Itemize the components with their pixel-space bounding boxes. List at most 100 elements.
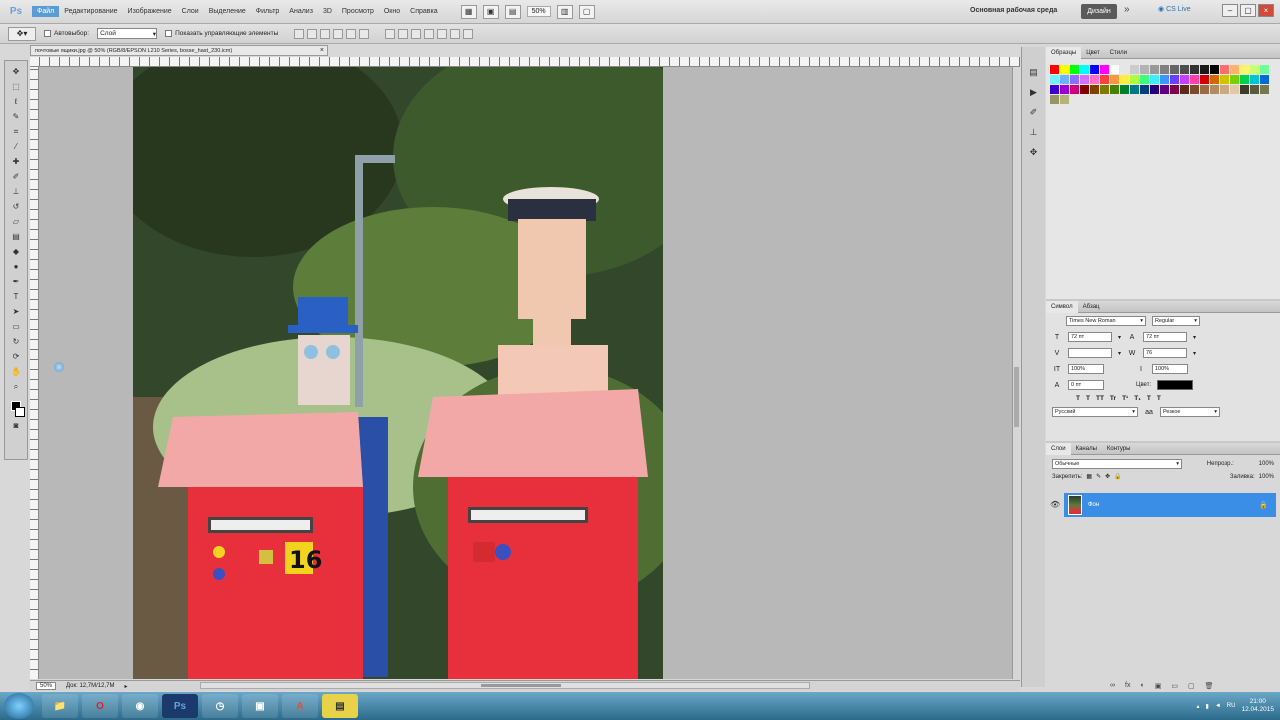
horizontal-scrollbar[interactable]: [200, 682, 810, 689]
color-swatch[interactable]: [1190, 65, 1199, 74]
color-swatch[interactable]: [1140, 85, 1149, 94]
color-swatch[interactable]: [1060, 75, 1069, 84]
color-swatch[interactable]: [1220, 75, 1229, 84]
document-tab[interactable]: почтовые ящики.jpg @ 50% (RGB/8/EPSON L2…: [30, 45, 328, 56]
align-bottom-icon[interactable]: [320, 28, 331, 39]
clone-stamp-tool-icon[interactable]: ⊥: [8, 185, 24, 198]
color-swatch[interactable]: [1110, 65, 1119, 74]
background-color-swatch[interactable]: [15, 407, 25, 417]
move-tool-preset-icon[interactable]: ✥▾: [8, 26, 36, 41]
3d-rotate-tool-icon[interactable]: ↻: [8, 335, 24, 348]
subscript-button[interactable]: T₁: [1134, 395, 1141, 402]
distribute-top-icon[interactable]: [385, 28, 396, 39]
chevron-down-icon[interactable]: ▾: [1193, 350, 1196, 357]
vertical-scale-field[interactable]: 100%: [1068, 364, 1104, 374]
taskbar-explorer-icon[interactable]: 📁: [42, 694, 78, 718]
color-swatch[interactable]: [1090, 65, 1099, 74]
color-swatch[interactable]: [1100, 65, 1109, 74]
vertical-scrollbar-thumb[interactable]: [1014, 367, 1019, 427]
color-swatch[interactable]: [1210, 65, 1219, 74]
faux-italic-button[interactable]: T: [1086, 395, 1090, 402]
color-swatch[interactable]: [1230, 65, 1239, 74]
color-swatch[interactable]: [1250, 75, 1259, 84]
color-swatch[interactable]: [1190, 85, 1199, 94]
align-right-icon[interactable]: [359, 28, 370, 39]
adjustment-layer-icon[interactable]: ▣: [1155, 682, 1162, 690]
delete-layer-icon[interactable]: 🗑: [1205, 682, 1214, 690]
dodge-tool-icon[interactable]: ●: [8, 260, 24, 273]
eraser-tool-icon[interactable]: ▱: [8, 215, 24, 228]
view-extras-icon[interactable]: ▤: [504, 4, 521, 19]
gradient-tool-icon[interactable]: ▤: [8, 230, 24, 243]
new-layer-icon[interactable]: ▢: [1188, 682, 1195, 690]
history-brush-tool-icon[interactable]: ↺: [8, 200, 24, 213]
blur-tool-icon[interactable]: ◆: [8, 245, 24, 258]
tab-channels[interactable]: Каналы: [1071, 443, 1102, 455]
network-icon[interactable]: ▮: [1206, 703, 1209, 710]
color-swatch[interactable]: [1150, 65, 1159, 74]
menu-help[interactable]: Справка: [405, 6, 442, 17]
color-swatch[interactable]: [1060, 85, 1069, 94]
status-arrow-icon[interactable]: ▸: [124, 683, 127, 690]
lasso-tool-icon[interactable]: ℓ: [8, 95, 24, 108]
color-swatch[interactable]: [1250, 85, 1259, 94]
faux-bold-button[interactable]: T: [1076, 395, 1080, 402]
color-swatch[interactable]: [1160, 65, 1169, 74]
color-swatch[interactable]: [1060, 95, 1069, 104]
color-swatch[interactable]: [1250, 65, 1259, 74]
status-zoom-field[interactable]: 50%: [36, 682, 57, 690]
maximize-icon[interactable]: ▢: [1240, 4, 1256, 17]
strikethrough-button[interactable]: T: [1157, 395, 1161, 402]
tab-paragraph[interactable]: Абзац: [1078, 301, 1105, 313]
quick-select-tool-icon[interactable]: ✎: [8, 110, 24, 123]
taskbar-clock-app-icon[interactable]: ◷: [202, 694, 238, 718]
layer-visibility-eye-icon[interactable]: 👁: [1050, 500, 1060, 509]
color-swatch[interactable]: [1060, 65, 1069, 74]
design-workspace-button[interactable]: Дизайн: [1081, 4, 1117, 19]
color-swatch[interactable]: [1130, 75, 1139, 84]
status-doc-info[interactable]: Док: 12,7M/12,7M: [66, 683, 114, 689]
color-swatch[interactable]: [1240, 85, 1249, 94]
horizontal-ruler[interactable]: [30, 57, 1020, 67]
color-swatch[interactable]: [1140, 65, 1149, 74]
opacity-value[interactable]: 100%: [1259, 461, 1274, 467]
color-swatch[interactable]: [1170, 85, 1179, 94]
quick-mask-icon[interactable]: ◙: [8, 419, 24, 432]
pen-tool-icon[interactable]: ✒: [8, 275, 24, 288]
color-swatch[interactable]: [1200, 75, 1209, 84]
zoom-tool-icon[interactable]: ⌕: [8, 380, 24, 393]
auto-select-type-select[interactable]: Слой ▾: [97, 28, 158, 39]
text-color-swatch[interactable]: [1157, 380, 1194, 390]
marquee-tool-icon[interactable]: ⬚: [8, 80, 24, 93]
color-swatch[interactable]: [1070, 75, 1079, 84]
font-size-field[interactable]: 72 пт: [1068, 332, 1112, 342]
color-swatch[interactable]: [1150, 85, 1159, 94]
bridge-icon[interactable]: ▦: [460, 4, 477, 19]
healing-brush-tool-icon[interactable]: ✚: [8, 155, 24, 168]
color-swatch[interactable]: [1180, 75, 1189, 84]
vertical-scrollbar[interactable]: [1012, 67, 1020, 679]
tab-paths[interactable]: Контуры: [1102, 443, 1136, 455]
color-swatch[interactable]: [1160, 85, 1169, 94]
color-swatch[interactable]: [1070, 65, 1079, 74]
menu-layers[interactable]: Слои: [177, 6, 204, 17]
color-swatch[interactable]: [1210, 75, 1219, 84]
arrange-documents-icon[interactable]: ▥: [556, 4, 573, 19]
screen-mode-icon[interactable]: ▢: [578, 4, 595, 19]
horizontal-scale-field[interactable]: 100%: [1152, 364, 1188, 374]
tab-color[interactable]: Цвет: [1081, 47, 1104, 59]
menu-select[interactable]: Выделение: [204, 6, 251, 17]
menu-view[interactable]: Просмотр: [337, 6, 379, 17]
workspace-label[interactable]: Основная рабочая среда: [970, 7, 1057, 14]
menu-image[interactable]: Изображение: [123, 6, 177, 17]
distribute-bottom-icon[interactable]: [411, 28, 422, 39]
color-swatch[interactable]: [1230, 75, 1239, 84]
align-center-icon[interactable]: [346, 28, 357, 39]
menu-filter[interactable]: Фильтр: [251, 6, 285, 17]
auto-align-icon[interactable]: [463, 28, 474, 39]
taskbar-chrome-icon[interactable]: ◉: [122, 694, 158, 718]
align-left-icon[interactable]: [333, 28, 344, 39]
layer-style-icon[interactable]: fx: [1125, 682, 1130, 690]
color-swatch[interactable]: [1140, 75, 1149, 84]
menu-3d[interactable]: 3D: [318, 6, 337, 17]
